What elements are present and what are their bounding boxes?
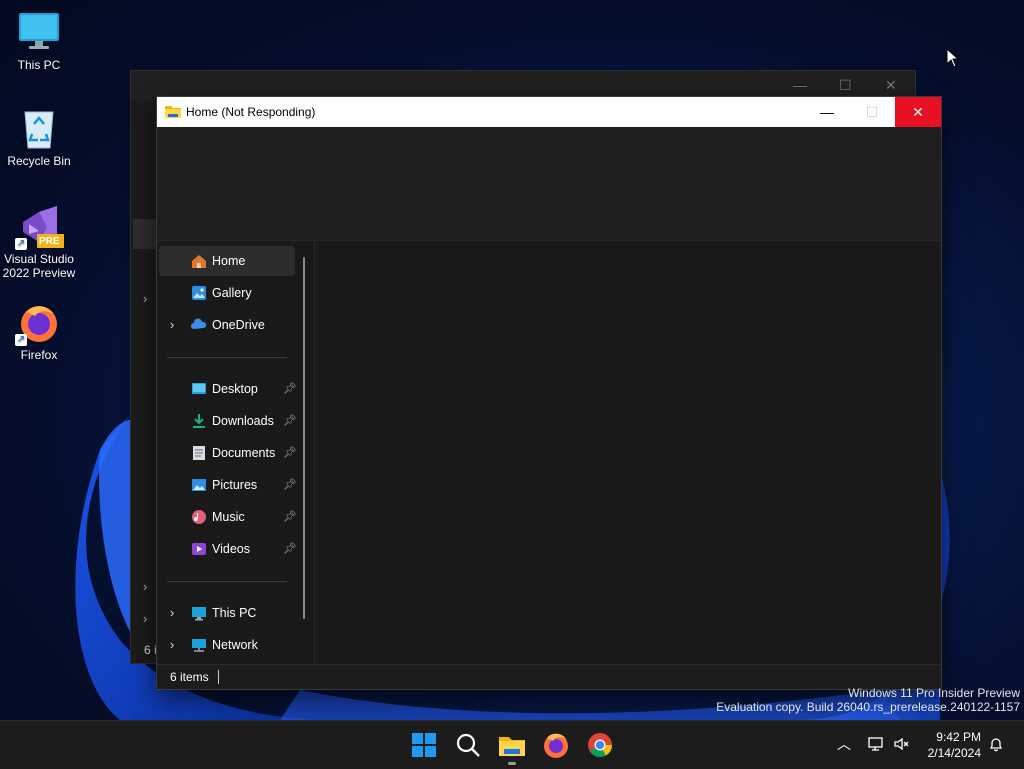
- desktop-icon-label: This PC: [17, 58, 61, 72]
- chevron-right-icon[interactable]: ›: [170, 605, 174, 620]
- shortcut-arrow-icon: ↗: [15, 238, 27, 250]
- pin-icon: 📌︎: [283, 415, 297, 427]
- nav-item-pictures[interactable]: Pictures 📌︎: [159, 470, 297, 500]
- nav-item-label: Network: [212, 638, 258, 652]
- watermark-line-2: Evaluation copy. Build 26040.rs_prerelea…: [716, 700, 1020, 714]
- home-icon: [192, 255, 206, 268]
- download-icon: [193, 414, 205, 428]
- network-icon: [192, 639, 206, 652]
- nav-item-desktop[interactable]: Desktop 📌︎: [159, 374, 297, 404]
- maximize-button[interactable]: ☐: [849, 97, 895, 127]
- close-button[interactable]: ✕: [895, 97, 941, 127]
- mouse-cursor-icon: [946, 48, 960, 68]
- file-explorer-taskbar-button[interactable]: [496, 729, 528, 761]
- ghost-status-text: 6 i: [144, 643, 157, 657]
- pin-icon: 📌︎: [283, 479, 297, 491]
- visual-studio-icon: PRE ↗: [15, 204, 64, 250]
- desktop-icon-label: Recycle Bin: [7, 154, 71, 168]
- nav-item-music[interactable]: Music 📌︎: [159, 502, 297, 532]
- status-divider: [218, 670, 219, 684]
- recycle-bin-icon: [17, 106, 61, 150]
- desktop-folder-icon: [192, 383, 206, 394]
- evaluation-watermark: Windows 11 Pro Insider Preview Evaluatio…: [716, 686, 1020, 714]
- document-icon: [193, 446, 205, 460]
- nav-item-label: Downloads: [212, 414, 274, 428]
- system-clock[interactable]: 9:42 PM 2/14/2024: [928, 729, 981, 761]
- monitor-icon: [17, 10, 61, 54]
- file-list-area[interactable]: [315, 241, 941, 665]
- nav-item-home[interactable]: Home: [159, 246, 295, 276]
- gallery-icon: [192, 286, 206, 300]
- watermark-line-1: Windows 11 Pro Insider Preview: [848, 686, 1020, 700]
- chevron-right-icon[interactable]: ›: [170, 637, 174, 652]
- title-bar[interactable]: Home (Not Responding) — ☐ ✕: [157, 97, 941, 127]
- nav-item-documents[interactable]: Documents 📌︎: [159, 438, 297, 468]
- nav-item-label: Pictures: [212, 478, 258, 492]
- clock-date: 2/14/2024: [927, 746, 981, 760]
- nav-item-label: Music: [212, 510, 245, 524]
- nav-separator: [167, 357, 287, 358]
- chrome-taskbar-button[interactable]: [584, 729, 616, 761]
- clock-time: 9:42 PM: [936, 730, 981, 744]
- nav-item-label: Desktop: [212, 382, 258, 396]
- pictures-icon: [192, 479, 206, 491]
- preview-badge: PRE: [39, 236, 60, 247]
- pin-icon: 📌︎: [283, 447, 297, 459]
- chevron-right-icon: ›: [143, 611, 148, 626]
- nav-item-onedrive[interactable]: › OneDrive: [159, 310, 295, 340]
- minimize-icon: —: [793, 77, 807, 93]
- chevron-up-icon[interactable]: ︿: [837, 734, 851, 754]
- item-count: 6 items: [170, 670, 209, 684]
- search-button[interactable]: [452, 729, 484, 761]
- chevron-right-icon[interactable]: ›: [170, 317, 174, 332]
- file-explorer-window[interactable]: Home (Not Responding) — ☐ ✕ Home Gallery…: [156, 96, 942, 690]
- chevron-right-icon: ›: [143, 291, 148, 306]
- nav-item-label: Home: [212, 254, 246, 268]
- nav-item-label: Documents: [212, 446, 276, 460]
- desktop-icon-label: Firefox: [20, 348, 58, 362]
- chevron-right-icon: ›: [143, 579, 148, 594]
- nav-item-this-pc[interactable]: › This PC: [159, 598, 295, 628]
- nav-separator: [167, 581, 287, 582]
- pin-icon: 📌︎: [283, 383, 297, 395]
- navigation-scrollbar[interactable]: [303, 257, 305, 619]
- maximize-icon: ☐: [839, 77, 852, 93]
- folder-icon: [165, 106, 181, 118]
- volume-muted-icon[interactable]: [893, 735, 911, 753]
- video-icon: [192, 543, 206, 555]
- nav-item-label: This PC: [212, 606, 257, 620]
- nav-item-label: Gallery: [212, 286, 252, 300]
- pin-icon: 📌︎: [283, 511, 297, 523]
- cloud-icon: [191, 318, 207, 329]
- desktop-icon-label: Visual Studio 2022 Preview: [2, 252, 76, 280]
- ribbon-area: [157, 127, 941, 241]
- desktop-icon-this-pc[interactable]: This PC: [1, 10, 77, 72]
- nav-item-gallery[interactable]: Gallery: [159, 278, 295, 308]
- taskbar: ︿ 9:42 PM 2/14/2024: [0, 720, 1024, 769]
- nav-item-network[interactable]: › Network: [159, 630, 295, 660]
- network-status-icon[interactable]: [867, 735, 885, 753]
- nav-item-label: OneDrive: [212, 318, 265, 332]
- firefox-icon: ↗: [15, 300, 61, 346]
- desktop-icon-visual-studio[interactable]: PRE ↗ Visual Studio 2022 Preview: [1, 204, 77, 280]
- nav-item-label: Videos: [212, 542, 250, 556]
- firefox-taskbar-button[interactable]: [540, 729, 572, 761]
- active-app-indicator: [508, 762, 516, 765]
- desktop-icon-recycle-bin[interactable]: Recycle Bin: [1, 106, 77, 168]
- close-icon: ✕: [885, 77, 897, 93]
- computer-icon: [192, 607, 206, 621]
- desktop-icon-firefox[interactable]: ↗ Firefox: [1, 300, 77, 362]
- window-title: Home (Not Responding): [186, 105, 316, 119]
- nav-item-downloads[interactable]: Downloads 📌︎: [159, 406, 297, 436]
- notification-bell-icon[interactable]: [988, 736, 1004, 752]
- navigation-pane[interactable]: Home Gallery › OneDrive Desktop 📌︎ Downl…: [157, 241, 307, 665]
- minimize-button[interactable]: —: [804, 97, 850, 127]
- music-icon: [192, 510, 206, 524]
- nav-item-videos[interactable]: Videos 📌︎: [159, 534, 297, 564]
- shortcut-arrow-icon: ↗: [15, 334, 27, 346]
- start-button[interactable]: [408, 729, 440, 761]
- pin-icon: 📌︎: [283, 543, 297, 555]
